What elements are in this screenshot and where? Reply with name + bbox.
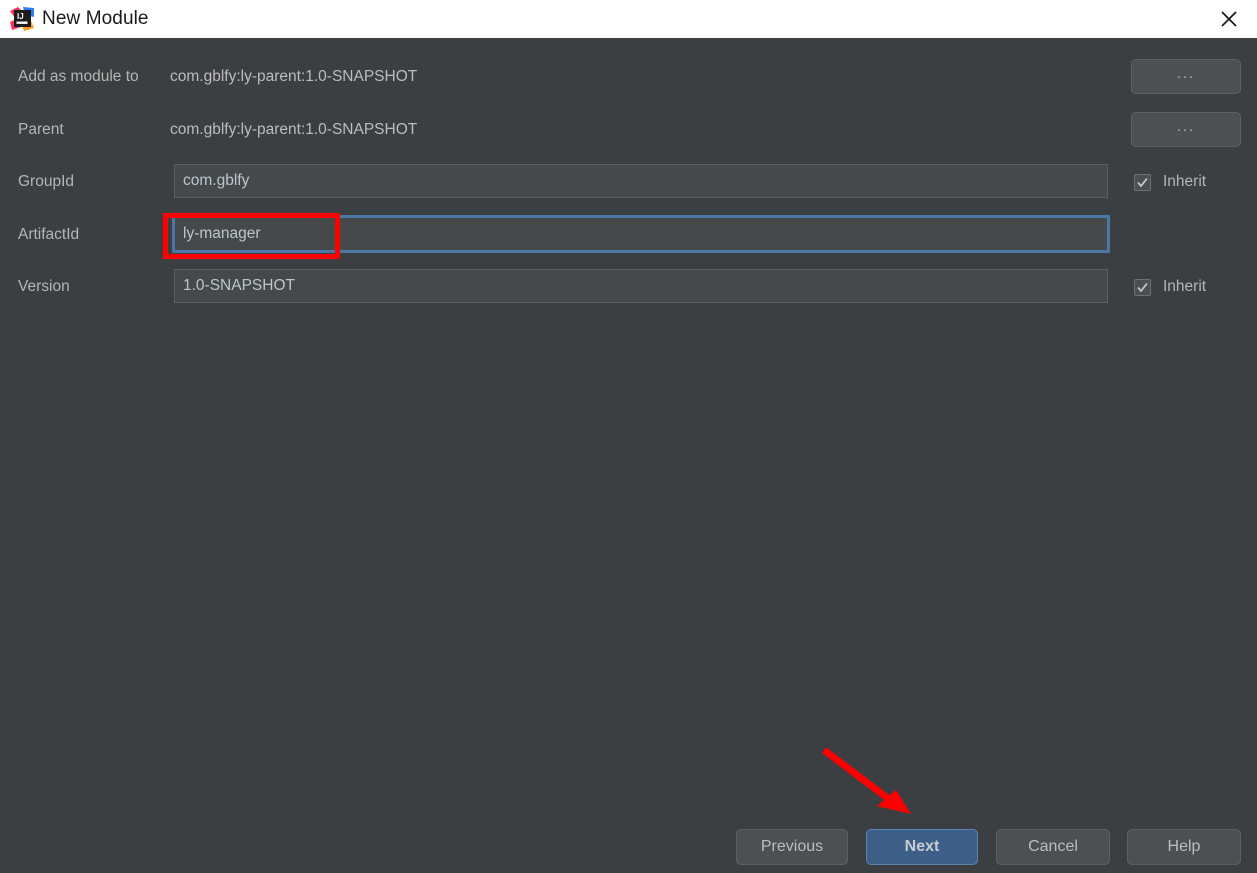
label-groupid: GroupId [18, 173, 75, 190]
new-module-dialog: Add as module to com.gblfy:ly-parent:1.0… [0, 38, 1257, 873]
intellij-idea-logo-icon: IJ [9, 6, 35, 32]
inherit-label-version: Inherit [1163, 278, 1207, 295]
inherit-label-groupid: Inherit [1163, 173, 1207, 190]
inherit-checkbox-version[interactable]: Inherit [1134, 278, 1206, 296]
browse-button-add-as-module-to[interactable]: ... [1131, 59, 1241, 94]
next-button[interactable]: Next [866, 829, 978, 865]
cancel-button[interactable]: Cancel [996, 829, 1110, 865]
browse-button-parent[interactable]: ... [1131, 112, 1241, 147]
close-icon[interactable] [1201, 0, 1257, 38]
version-input[interactable] [174, 269, 1108, 303]
label-add-as-module-to: Add as module to [18, 68, 139, 85]
artifactid-input[interactable] [174, 217, 1108, 251]
window-title: New Module [42, 8, 149, 29]
checkmark-icon [1134, 173, 1151, 191]
inherit-checkbox-groupid[interactable]: Inherit [1134, 173, 1206, 191]
checkmark-icon [1134, 278, 1151, 296]
value-parent: com.gblfy:ly-parent:1.0-SNAPSHOT [170, 121, 418, 138]
svg-text:IJ: IJ [17, 12, 24, 21]
previous-button[interactable]: Previous [736, 829, 848, 865]
value-add-as-module-to: com.gblfy:ly-parent:1.0-SNAPSHOT [170, 68, 418, 85]
annotation-arrow [821, 747, 911, 814]
groupid-input[interactable] [174, 164, 1108, 198]
window-titlebar: IJ New Module [0, 0, 1257, 38]
label-parent: Parent [18, 121, 64, 138]
label-version: Version [18, 278, 70, 295]
help-button[interactable]: Help [1127, 829, 1241, 865]
label-artifactid: ArtifactId [18, 226, 80, 243]
